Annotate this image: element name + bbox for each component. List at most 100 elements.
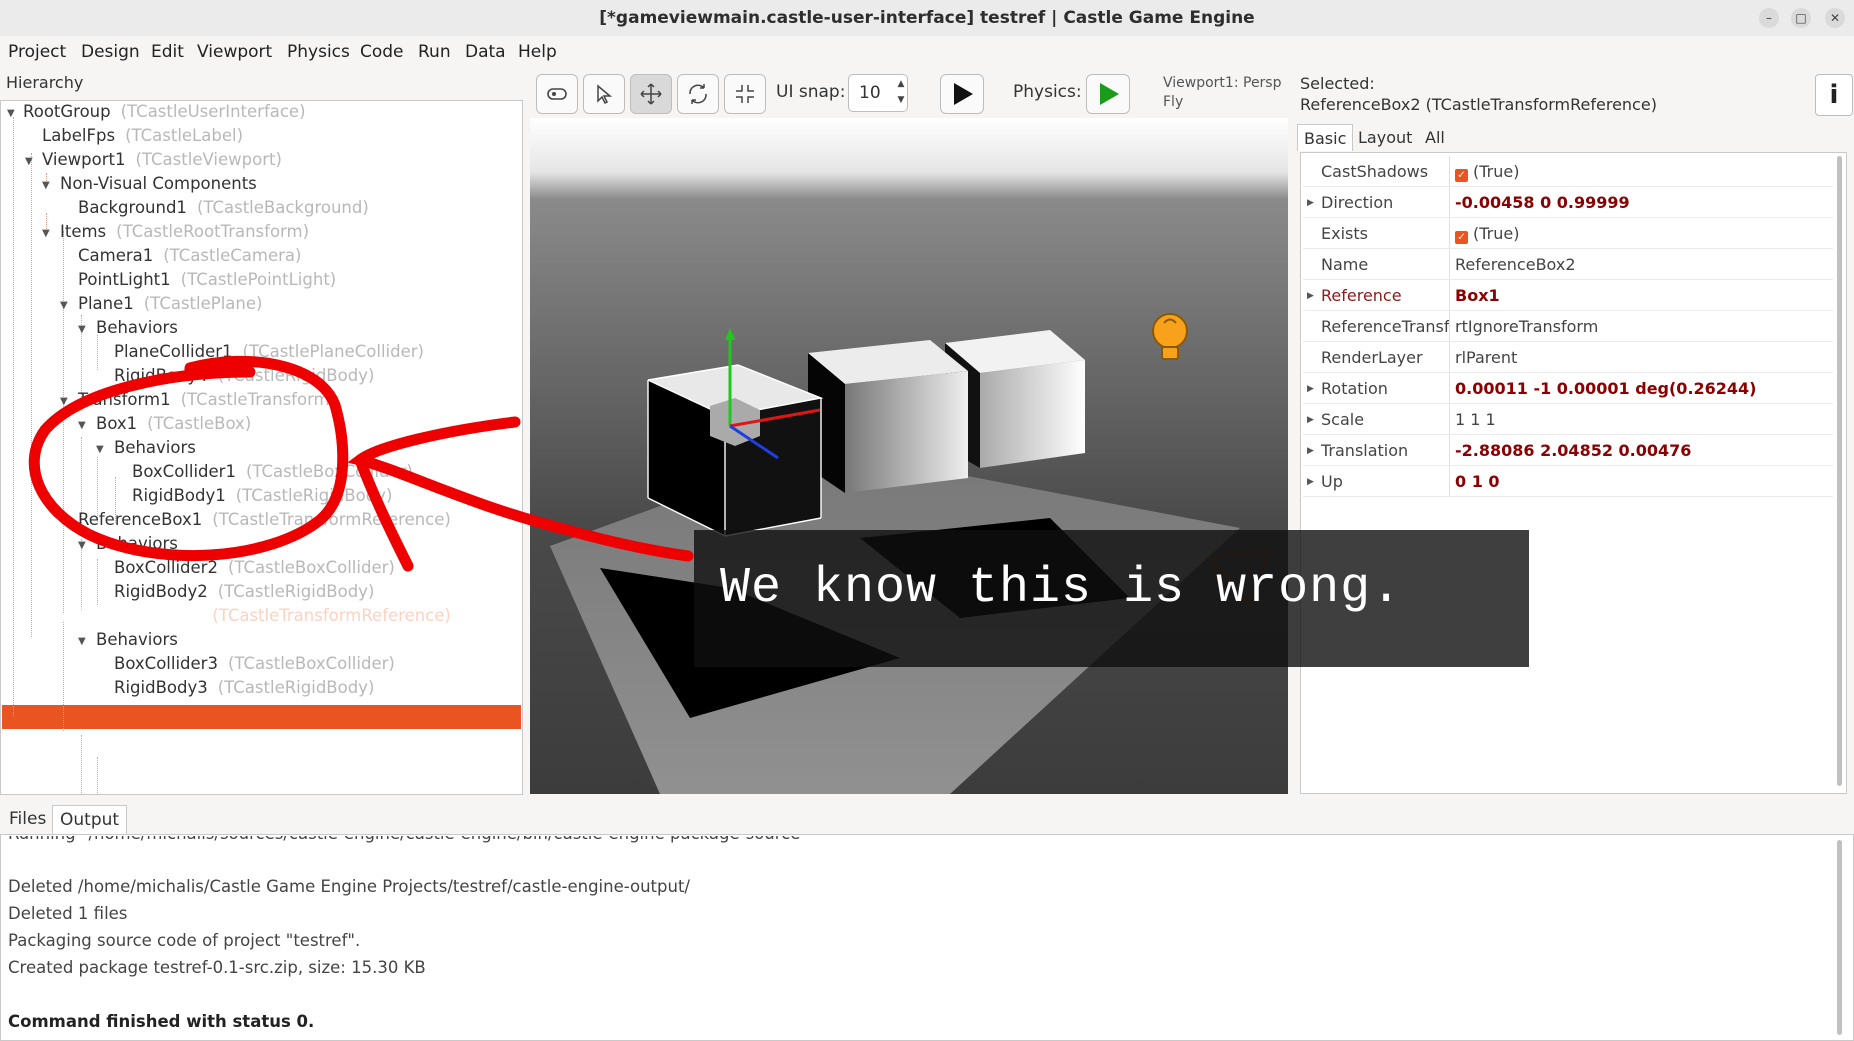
prop-value[interactable]: 1 1 1 <box>1455 410 1496 429</box>
tree-node-boxcollider1[interactable]: BoxCollider1 (TCastleBoxCollider) <box>132 462 413 481</box>
collapse-arrow-icon[interactable]: ▼ <box>60 516 68 527</box>
prop-row-up[interactable]: ▶ Up 0 1 0 <box>1303 466 1833 497</box>
tree-node-pointlight1[interactable]: PointLight1 (TCastlePointLight) <box>78 270 336 289</box>
translate-mode-button[interactable] <box>630 74 672 114</box>
tree-node-planecollider1[interactable]: PlaneCollider1 (TCastlePlaneCollider) <box>114 342 424 361</box>
prop-row-referencetransform[interactable]: ReferenceTransform rtIgnoreTransform <box>1303 311 1833 342</box>
collapse-arrow-icon[interactable]: ▼ <box>25 156 33 167</box>
interact-mode-button[interactable] <box>536 74 578 114</box>
prop-row-renderlayer[interactable]: RenderLayer rlParent <box>1303 342 1833 373</box>
expand-arrow-icon[interactable]: ▶ <box>1307 415 1314 425</box>
tree-node-camera1[interactable]: Camera1 (TCastleCamera) <box>78 246 301 265</box>
expand-arrow-icon[interactable]: ▶ <box>1307 446 1314 456</box>
checkbox-checked-icon[interactable]: ✓ <box>1455 231 1468 244</box>
tree-node-transform1[interactable]: Transform1 (TCastleTransform) <box>78 390 336 409</box>
menu-code[interactable]: Code <box>360 42 404 62</box>
spin-down-icon[interactable]: ▼ <box>898 95 905 105</box>
physics-play-button[interactable] <box>1086 74 1130 114</box>
prop-value[interactable]: ReferenceBox2 <box>1455 255 1576 274</box>
collapse-arrow-icon[interactable]: ▼ <box>42 180 50 191</box>
expand-arrow-icon[interactable]: ▶ <box>1307 384 1314 394</box>
tree-node-boxcollider2[interactable]: BoxCollider2 (TCastleBoxCollider) <box>114 558 395 577</box>
prop-value[interactable]: -2.88086 2.04852 0.00476 <box>1455 441 1691 460</box>
tab-basic[interactable]: Basic <box>1297 124 1354 151</box>
prop-row-scale[interactable]: ▶ Scale 1 1 1 <box>1303 404 1833 435</box>
tree-node-behaviors[interactable]: Behaviors <box>96 318 188 337</box>
tree-node-rigidbody1[interactable]: RigidBody1 (TCastleRigidBody) <box>132 486 392 505</box>
menu-design[interactable]: Design <box>81 42 140 62</box>
tree-node-boxcollider3[interactable]: BoxCollider3 (TCastleBoxCollider) <box>114 654 395 673</box>
info-button[interactable]: i <box>1815 74 1853 116</box>
collapse-arrow-icon[interactable]: ▼ <box>78 420 86 431</box>
tree-node-items[interactable]: Items (TCastleRootTransform) <box>60 222 309 241</box>
prop-row-reference[interactable]: ▶ Reference Box1 <box>1303 280 1833 311</box>
expand-arrow-icon[interactable]: ▶ <box>1307 477 1314 487</box>
collapse-arrow-icon[interactable]: ▼ <box>78 636 86 647</box>
tree-node-behaviors[interactable]: Behaviors <box>96 630 188 649</box>
close-icon[interactable]: ✕ <box>1825 8 1845 28</box>
tree-node-box1[interactable]: Box1 (TCastleBox) <box>96 414 251 433</box>
tab-layout[interactable]: Layout <box>1352 124 1418 151</box>
inspector-scrollbar[interactable] <box>1837 156 1842 786</box>
collapse-arrow-icon[interactable]: ▼ <box>60 300 68 311</box>
menu-help[interactable]: Help <box>518 42 557 62</box>
tab-files[interactable]: Files <box>2 805 53 834</box>
tab-all[interactable]: All <box>1419 124 1451 151</box>
3d-viewport[interactable] <box>530 118 1288 794</box>
tree-node-rigidbody2[interactable]: RigidBody2 (TCastleRigidBody) <box>114 582 374 601</box>
hierarchy-tree[interactable]: ▼ RootGroup (TCastleUserInterface) LabelF… <box>0 100 523 795</box>
prop-value[interactable]: rlParent <box>1455 348 1517 367</box>
spin-up-icon[interactable]: ▲ <box>898 79 905 89</box>
tree-node-behaviors[interactable]: Behaviors <box>96 534 188 553</box>
tree-node-rigidbody3[interactable]: RigidBody3 (TCastleRigidBody) <box>114 678 374 697</box>
expand-arrow-icon[interactable]: ▶ <box>1307 198 1314 208</box>
prop-value[interactable]: -0.00458 0 0.99999 <box>1455 193 1630 212</box>
prop-row-rotation[interactable]: ▶ Rotation 0.00011 -1 0.00001 deg(0.2624… <box>1303 373 1833 404</box>
menu-viewport[interactable]: Viewport <box>197 42 272 62</box>
prop-row-direction[interactable]: ▶ Direction -0.00458 0 0.99999 <box>1303 187 1833 218</box>
expand-arrow-icon[interactable]: ▶ <box>1307 291 1314 301</box>
menu-project[interactable]: Project <box>8 42 66 62</box>
collapse-arrow-icon[interactable]: ▼ <box>60 396 68 407</box>
maximize-icon[interactable]: □ <box>1791 8 1811 28</box>
menu-run[interactable]: Run <box>418 42 451 62</box>
menu-edit[interactable]: Edit <box>151 42 184 62</box>
run-button[interactable] <box>940 74 984 114</box>
tree-node-referencebox1[interactable]: ReferenceBox1 (TCastleTransformReference) <box>78 510 451 529</box>
collapse-arrow-icon[interactable]: ▼ <box>60 612 68 623</box>
collapse-arrow-icon[interactable]: ▼ <box>78 540 86 551</box>
checkbox-checked-icon[interactable]: ✓ <box>1455 169 1468 182</box>
minimize-icon[interactable]: – <box>1759 8 1779 28</box>
prop-row-castshadows[interactable]: CastShadows ✓ (True) <box>1303 156 1833 187</box>
prop-value[interactable]: 0.00011 -1 0.00001 deg(0.26244) <box>1455 379 1757 398</box>
prop-row-name[interactable]: Name ReferenceBox2 <box>1303 249 1833 280</box>
tree-node-rootgroup[interactable]: RootGroup (TCastleUserInterface) <box>23 102 306 121</box>
rotate-mode-button[interactable] <box>677 74 719 114</box>
prop-row-translation[interactable]: ▶ Translation -2.88086 2.04852 0.00476 <box>1303 435 1833 466</box>
prop-value[interactable]: ✓ (True) <box>1455 224 1519 244</box>
tree-node-non-visual-components[interactable]: Non-Visual Components <box>60 174 267 193</box>
ui-snap-spinner[interactable]: ▲ ▼ <box>894 76 908 110</box>
tree-node-viewport1[interactable]: Viewport1 (TCastleViewport) <box>42 150 282 169</box>
select-mode-button[interactable] <box>583 74 625 114</box>
tree-node-plane1[interactable]: Plane1 (TCastlePlane) <box>78 294 262 313</box>
tree-node-labelfps[interactable]: LabelFps (TCastleLabel) <box>42 126 243 145</box>
tab-output[interactable]: Output <box>52 805 128 834</box>
prop-value[interactable]: rtIgnoreTransform <box>1455 317 1598 336</box>
prop-value[interactable]: Box1 <box>1455 286 1500 305</box>
scale-mode-button[interactable] <box>724 74 766 114</box>
collapse-arrow-icon[interactable]: ▼ <box>42 228 50 239</box>
tree-node-background1[interactable]: Background1 (TCastleBackground) <box>78 198 369 217</box>
prop-value[interactable]: 0 1 0 <box>1455 472 1500 491</box>
prop-value[interactable]: ✓ (True) <box>1455 162 1519 182</box>
output-scrollbar[interactable] <box>1837 840 1842 1035</box>
menu-data[interactable]: Data <box>465 42 506 62</box>
menu-physics[interactable]: Physics <box>287 42 350 62</box>
tree-node-behaviors[interactable]: Behaviors <box>114 438 206 457</box>
collapse-arrow-icon[interactable]: ▼ <box>78 324 86 335</box>
collapse-arrow-icon[interactable]: ▼ <box>96 444 104 455</box>
collapse-arrow-icon[interactable]: ▼ <box>7 108 15 119</box>
prop-row-exists[interactable]: Exists ✓ (True) <box>1303 218 1833 249</box>
tree-node-referencebox2[interactable]: ReferenceBox2 (TCastleTransformReference) <box>78 606 451 625</box>
tree-node-rigidbody4[interactable]: RigidBody4 (TCastleRigidBody) <box>114 366 374 385</box>
